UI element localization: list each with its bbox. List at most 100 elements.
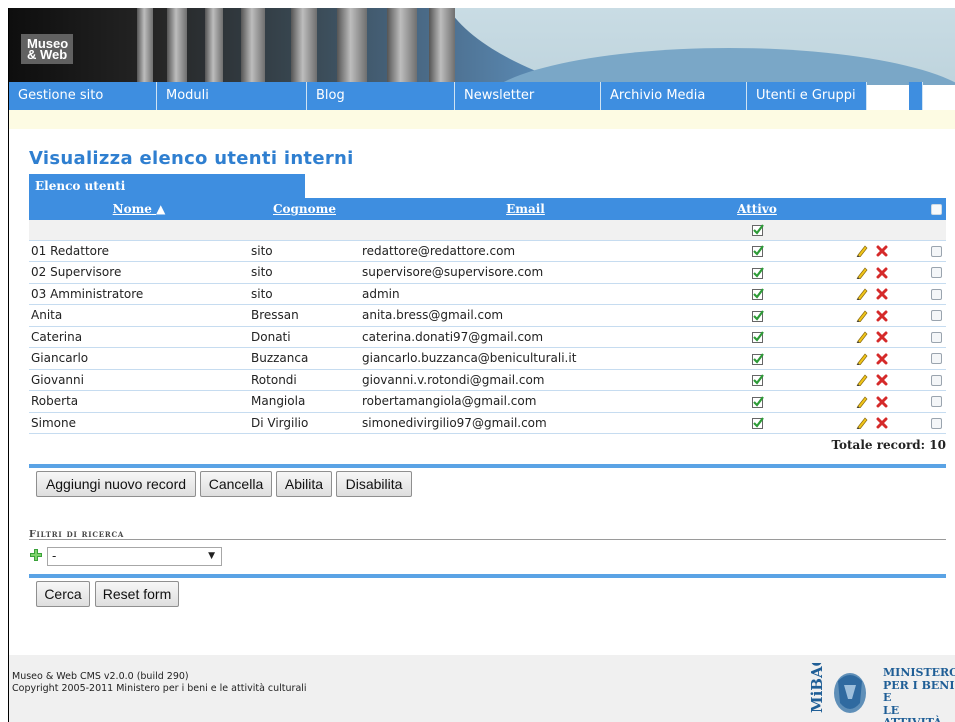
nav-archivio-media[interactable]: Archivio Media <box>601 82 747 110</box>
edit-pencil-icon[interactable] <box>856 374 868 387</box>
nav-newsletter[interactable]: Newsletter <box>455 82 601 110</box>
add-filter-icon[interactable] <box>30 549 42 561</box>
disable-button[interactable]: Disabilita <box>336 471 412 497</box>
page-title: Visualizza elenco utenti interni <box>29 148 354 169</box>
nav-blog[interactable]: Blog <box>307 82 455 110</box>
cell-email: caterina.donati97@gmail.com <box>360 326 691 348</box>
row-select-checkbox[interactable] <box>931 417 942 429</box>
row-select-checkbox[interactable] <box>931 267 942 279</box>
row-select-checkbox[interactable] <box>931 374 942 386</box>
cell-cognome: sito <box>249 240 360 262</box>
table-footer: Totale record: 10 <box>29 434 946 456</box>
active-check-icon[interactable] <box>752 310 764 322</box>
cell-cognome: sito <box>249 261 360 284</box>
active-check-icon[interactable] <box>752 245 764 258</box>
cms-window: Museo & Web Gestione sito Moduli Blog Ne… <box>8 8 955 722</box>
version-text: Museo & Web CMS v2.0.0 (build 290) <box>12 671 189 682</box>
cell-nome: Giovanni <box>29 369 249 391</box>
filter-select[interactable]: - ▼ <box>47 547 222 566</box>
edit-pencil-icon[interactable] <box>856 310 868 322</box>
cell-nome: Roberta <box>29 390 249 413</box>
table-row: Giancarlo Buzzanca giancarlo.buzzanca@beni… <box>29 347 946 370</box>
copyright-text: Copyright 2005-2011 Ministero per i beni… <box>12 683 307 694</box>
nav-gestione-sito[interactable]: Gestione sito <box>9 82 157 110</box>
delete-x-icon[interactable] <box>876 353 888 365</box>
column-attivo[interactable]: Attivo <box>691 198 823 220</box>
chevron-down-icon: ▼ <box>208 551 215 561</box>
cell-email: admin <box>360 283 691 305</box>
add-record-button[interactable]: Aggiungi nuovo record <box>36 471 196 497</box>
sort-asc-icon: ▲ <box>156 202 166 216</box>
cell-cognome: Mangiola <box>249 390 360 413</box>
cell-email: anita.bress@gmail.com <box>360 304 691 327</box>
enable-button[interactable]: Abilita <box>276 471 332 497</box>
row-select-checkbox[interactable] <box>931 310 942 322</box>
cell-nome: Giancarlo <box>29 347 249 370</box>
ministry-name: Ministero per i beni e le attività cultu… <box>883 666 955 722</box>
cell-nome: 03 Amministratore <box>29 283 249 305</box>
main-nav: Gestione sito Moduli Blog Newsletter Arc… <box>9 82 955 110</box>
delete-x-icon[interactable] <box>876 374 888 386</box>
active-check-icon[interactable] <box>752 374 764 387</box>
cell-email: redattore@redattore.com <box>360 240 691 262</box>
list-tab: Elenco utenti <box>29 174 305 198</box>
active-check-icon[interactable] <box>752 353 764 365</box>
filter-row <box>29 220 946 241</box>
active-check-icon[interactable] <box>752 331 764 344</box>
table-row: Simone Di Virgilio simonedivirgilio97@gmai… <box>29 412 946 434</box>
delete-x-icon[interactable] <box>876 331 888 343</box>
reset-form-button[interactable]: Reset form <box>95 581 179 607</box>
row-select-checkbox[interactable] <box>931 288 942 300</box>
edit-pencil-icon[interactable] <box>856 396 868 408</box>
edit-pencil-icon[interactable] <box>856 417 868 430</box>
edit-pencil-icon[interactable] <box>856 353 868 365</box>
active-check-icon[interactable] <box>752 288 764 301</box>
separator <box>29 574 946 578</box>
column-email[interactable]: Email <box>360 198 691 220</box>
cell-email: giovanni.v.rotondi@gmail.com <box>360 369 691 391</box>
table-row: 03 Amministratore sito admin <box>29 283 946 305</box>
column-nome[interactable]: Nome ▲ <box>29 198 249 220</box>
cell-nome: Simone <box>29 412 249 434</box>
cell-cognome: Di Virgilio <box>249 412 360 434</box>
table-row: Giovanni Rotondi giovanni.v.rotondi@gmail.… <box>29 369 946 391</box>
delete-x-icon[interactable] <box>876 245 888 257</box>
cell-email: supervisore@supervisore.com <box>360 261 691 284</box>
delete-x-icon[interactable] <box>876 310 888 322</box>
row-select-checkbox[interactable] <box>931 245 942 257</box>
edit-pencil-icon[interactable] <box>856 267 868 279</box>
select-all-checkbox[interactable] <box>931 204 942 215</box>
row-select-checkbox[interactable] <box>931 331 942 343</box>
edit-pencil-icon[interactable] <box>856 245 868 258</box>
row-select-checkbox[interactable] <box>931 353 942 365</box>
delete-x-icon[interactable] <box>876 417 888 429</box>
cell-cognome: Buzzanca <box>249 347 360 370</box>
cell-nome: Caterina <box>29 326 249 348</box>
table-row: Roberta Mangiola robertamangiola@gmail.com <box>29 390 946 413</box>
mibac-logo: MiBAC <box>808 663 866 713</box>
header-banner: Museo & Web <box>9 8 955 85</box>
delete-x-icon[interactable] <box>876 396 888 408</box>
search-button[interactable]: Cerca <box>36 581 90 607</box>
edit-pencil-icon[interactable] <box>856 331 868 344</box>
nav-moduli[interactable]: Moduli <box>157 82 307 110</box>
row-select-checkbox[interactable] <box>931 396 942 408</box>
column-cognome[interactable]: Cognome <box>249 198 360 220</box>
cell-email: robertamangiola@gmail.com <box>360 390 691 413</box>
edit-pencil-icon[interactable] <box>856 288 868 301</box>
cell-nome: 02 Supervisore <box>29 261 249 284</box>
users-table: Nome ▲ Cognome Email Attivo 01 Redattore… <box>29 198 946 455</box>
table-row: 01 Redattore sito redattore@redattore.com <box>29 240 946 262</box>
table-header: Nome ▲ Cognome Email Attivo <box>29 198 946 220</box>
delete-x-icon[interactable] <box>876 288 888 300</box>
cell-cognome: Donati <box>249 326 360 348</box>
active-check-icon[interactable] <box>752 396 764 408</box>
delete-button[interactable]: Cancella <box>200 471 272 497</box>
nav-utenti-gruppi[interactable]: Utenti e Gruppi <box>747 82 867 110</box>
active-check-icon[interactable] <box>752 267 764 279</box>
check-all-icon[interactable] <box>752 224 764 237</box>
delete-x-icon[interactable] <box>876 267 888 279</box>
table-row: 02 Supervisore sito supervisore@supervisor… <box>29 261 946 284</box>
nav-tab-edge <box>909 82 923 110</box>
active-check-icon[interactable] <box>752 417 764 430</box>
